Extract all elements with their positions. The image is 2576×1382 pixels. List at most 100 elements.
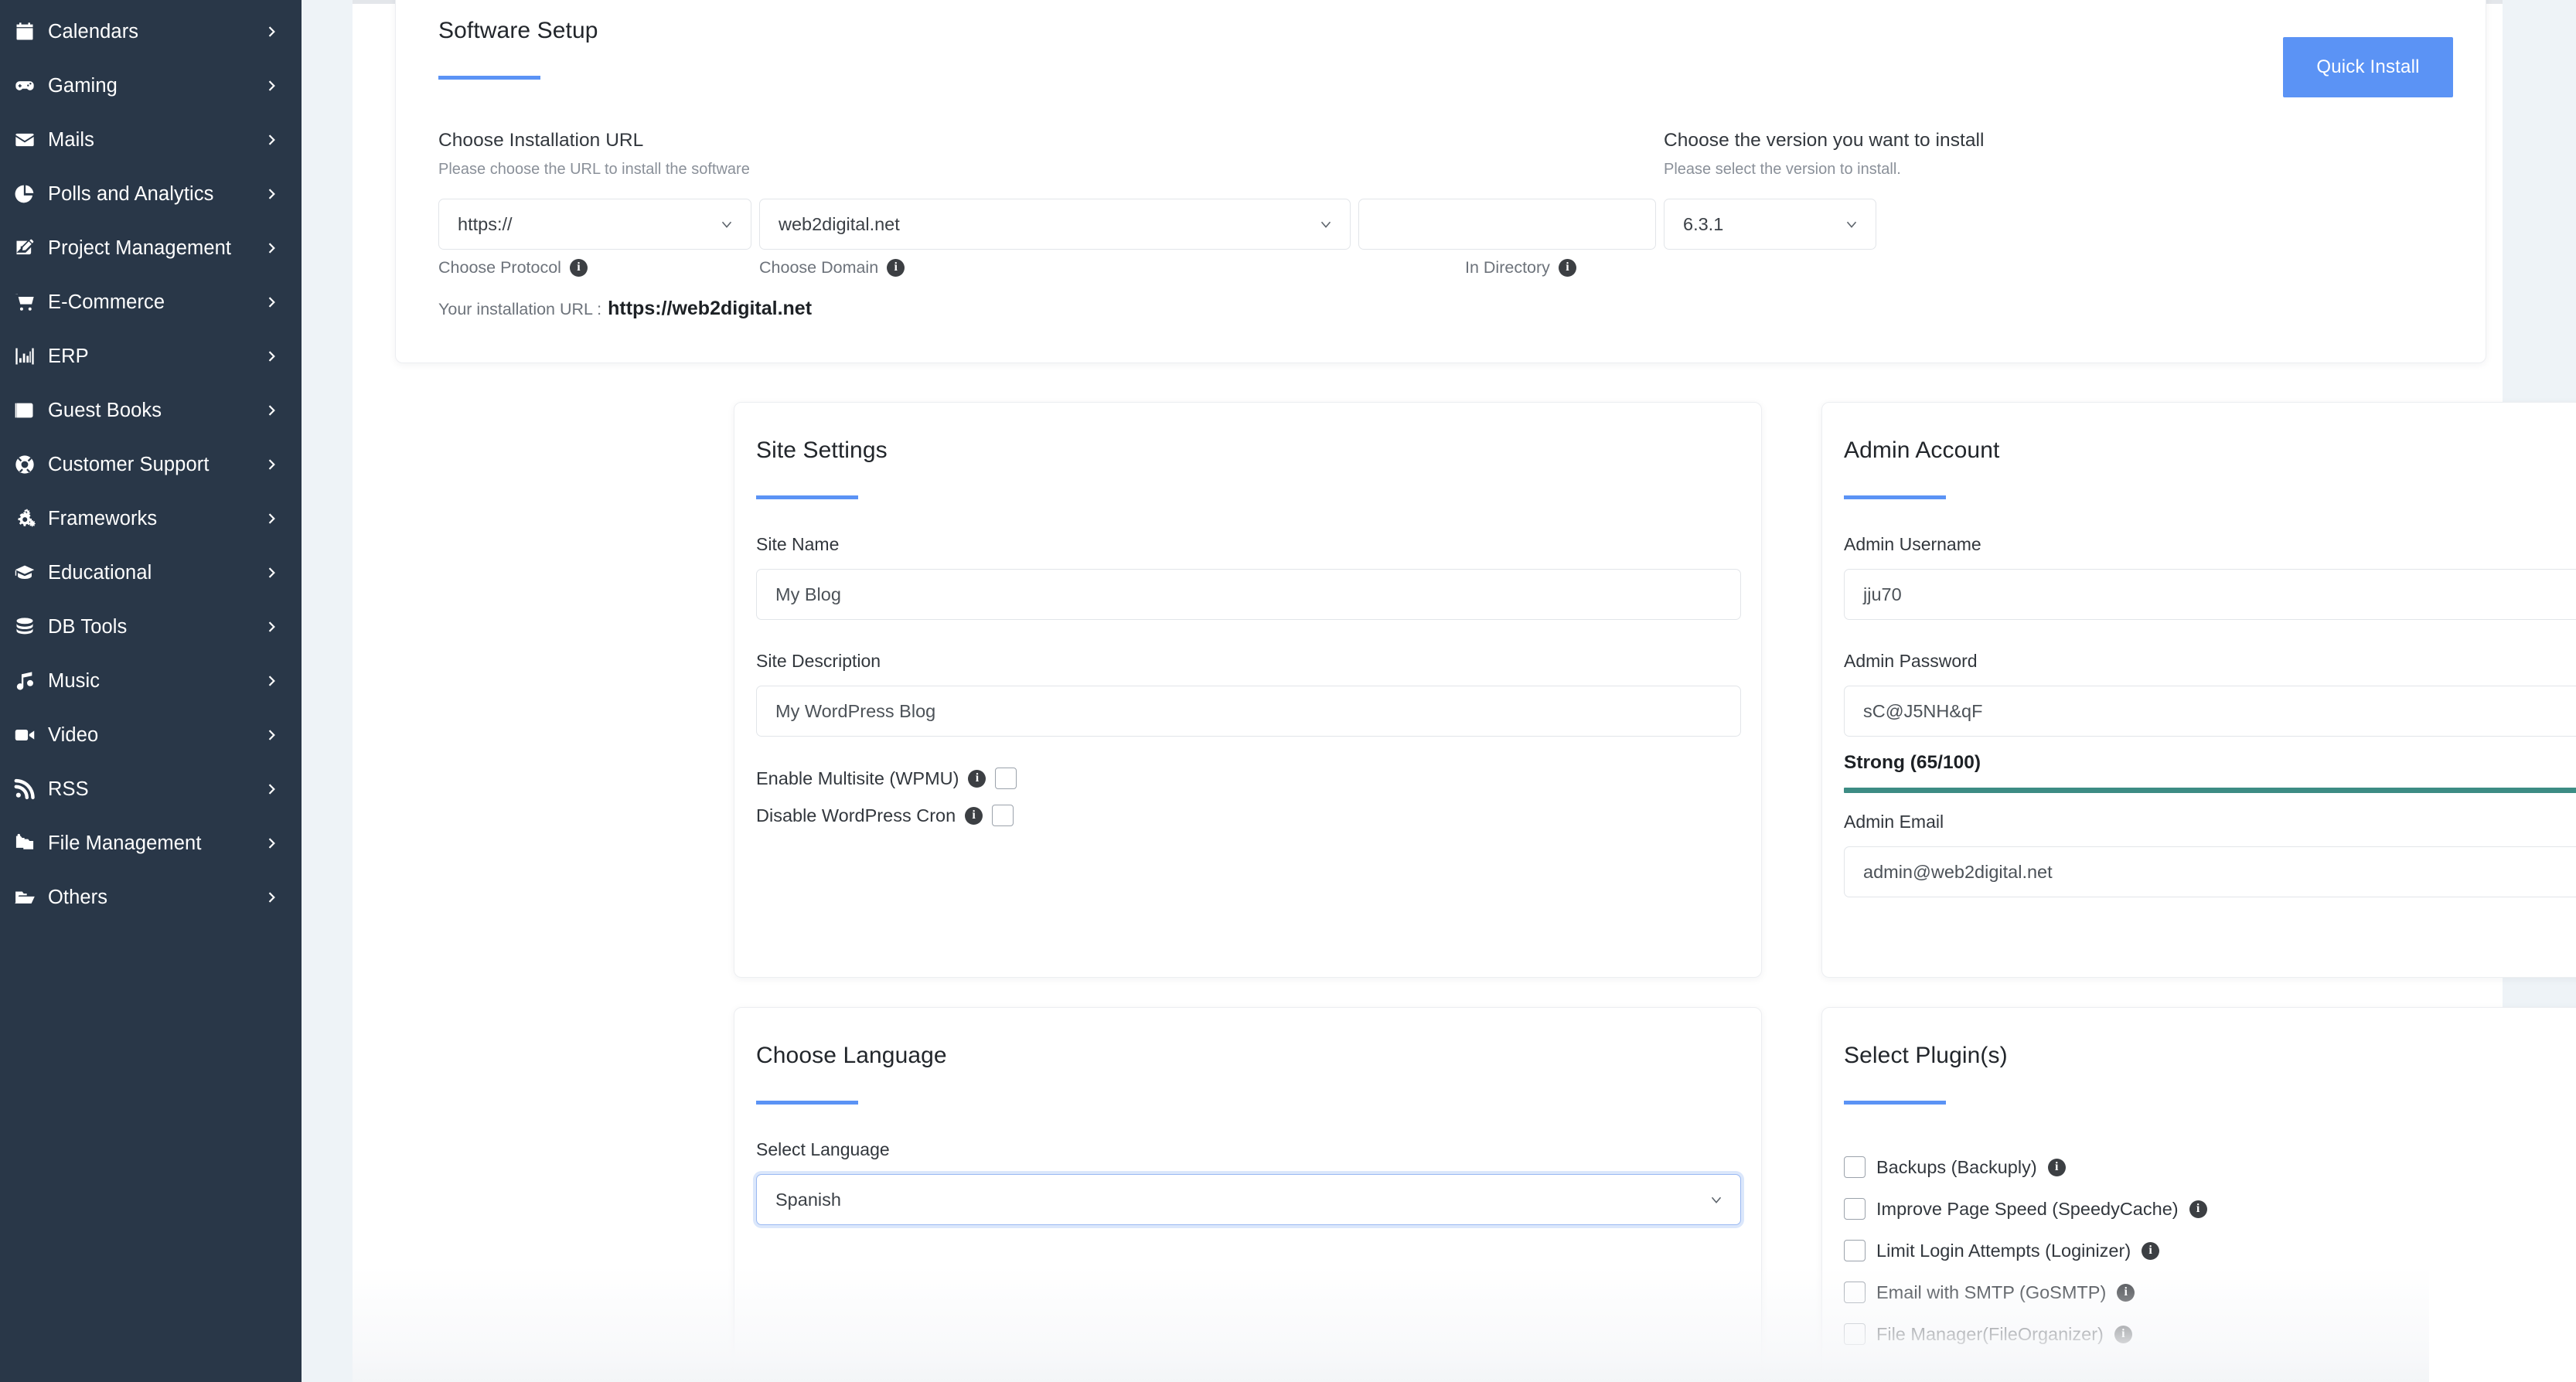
plugin-label: Email with SMTP (GoSMTP) — [1876, 1282, 2107, 1302]
final-url-value: https://web2digital.net — [608, 298, 813, 319]
info-icon[interactable]: i — [2142, 1241, 2160, 1260]
chevron-right-icon — [261, 834, 281, 853]
plugin-label: File Manager(FileOrganizer) — [1876, 1323, 2104, 1344]
chevron-right-icon — [261, 888, 281, 907]
info-icon[interactable]: i — [965, 806, 983, 825]
sidebar-gutter — [302, 0, 353, 1382]
domain-select[interactable]: web2digital.net — [759, 199, 1351, 250]
shopping-cart-icon — [14, 291, 48, 313]
sidebar-item-gaming[interactable]: Gaming — [0, 59, 302, 113]
site-settings-card: Site Settings Site Name My Blog Site Des… — [734, 402, 1762, 978]
sidebar-item-label: DB Tools — [48, 615, 128, 638]
sidebar-item-label: Mails — [48, 128, 95, 151]
install-url-heading: Choose Installation URL — [438, 130, 644, 151]
domain-value: web2digital.net — [779, 213, 900, 234]
sidebar-item-video[interactable]: Video — [0, 708, 302, 762]
sidebar-item-rss[interactable]: RSS — [0, 762, 302, 816]
admin-email-input[interactable]: admin@web2digital.net — [1844, 846, 2576, 897]
calendar-icon — [14, 21, 48, 43]
sidebar-item-erp[interactable]: ERP — [0, 329, 302, 383]
plugin-label: Improve Page Speed (SpeedyCache) — [1876, 1198, 2179, 1219]
folder-icon — [14, 887, 48, 908]
sidebar-item-label: Frameworks — [48, 507, 158, 529]
plugin-checkbox[interactable] — [1844, 1198, 1866, 1220]
graduation-cap-icon — [14, 562, 48, 584]
chevron-right-icon — [261, 22, 281, 41]
sidebar-item-e-commerce[interactable]: E-Commerce — [0, 275, 302, 329]
final-url-label: Your installation URL : — [438, 300, 602, 318]
admin-password-input[interactable]: sC@J5NH&qF Hide — [1844, 686, 2576, 737]
info-icon[interactable]: i — [968, 769, 986, 788]
title-underline — [1844, 495, 1946, 499]
final-url-row: Your installation URL : https://web2digi… — [438, 298, 1660, 320]
info-icon[interactable]: i — [2189, 1200, 2207, 1218]
choose-language-title: Choose Language — [756, 1043, 947, 1068]
sidebar-item-others[interactable]: Others — [0, 870, 302, 924]
chevron-right-icon — [261, 293, 281, 311]
sidebar-item-mails[interactable]: Mails — [0, 113, 302, 167]
info-icon[interactable]: i — [2114, 1325, 2132, 1343]
music-note-icon — [14, 670, 48, 692]
password-strength-text: Strong (65/100) — [1844, 752, 1981, 773]
sidebar-item-db-tools[interactable]: DB Tools — [0, 600, 302, 654]
chevron-right-icon — [261, 672, 281, 690]
select-plugins-title: Select Plugin(s) — [1844, 1043, 2008, 1068]
version-subtext: Please select the version to install. — [1664, 161, 1901, 178]
language-select[interactable]: Spanish — [756, 1174, 1741, 1225]
directory-input[interactable] — [1358, 199, 1656, 250]
files-icon — [14, 832, 48, 854]
chevron-right-icon — [261, 455, 281, 474]
info-icon[interactable]: i — [2117, 1283, 2135, 1302]
sidebar-item-educational[interactable]: Educational — [0, 546, 302, 600]
installer-page: Software Setup Quick Install Choose Inst… — [353, 0, 2576, 1382]
admin-username-input[interactable]: jju70 — [1844, 569, 2576, 620]
sidebar-item-project-management[interactable]: Project Management — [0, 221, 302, 275]
admin-account-card: Admin Account Admin Username jju70 Admin… — [1821, 402, 2576, 978]
disable-cron-row: Disable WordPress Cron i — [756, 805, 1741, 826]
gamepad-icon — [14, 75, 48, 97]
info-icon[interactable]: i — [1558, 259, 1576, 277]
plugin-checkbox[interactable] — [1844, 1323, 1866, 1345]
protocol-hint-row: Choose Protocol i — [438, 258, 751, 277]
admin-password-value: sC@J5NH&qF — [1863, 700, 1983, 721]
site-name-input[interactable]: My Blog — [756, 569, 1741, 620]
plugin-label: Backups (Backuply) — [1876, 1156, 2037, 1177]
sidebar-item-customer-support[interactable]: Customer Support — [0, 437, 302, 492]
plugin-checkbox[interactable] — [1844, 1282, 1866, 1303]
install-url-group: Choose Installation URL Please choose th… — [438, 130, 1660, 320]
protocol-hint: Choose Protocol — [438, 258, 561, 277]
disable-cron-checkbox[interactable] — [992, 805, 1014, 826]
plugin-checkbox[interactable] — [1844, 1156, 1866, 1178]
sidebar-item-calendars[interactable]: Calendars — [0, 5, 302, 59]
info-icon[interactable]: i — [2047, 1158, 2066, 1176]
enable-multisite-checkbox[interactable] — [995, 768, 1017, 789]
chevron-right-icon — [261, 618, 281, 636]
protocol-select[interactable]: https:// — [438, 199, 751, 250]
version-select[interactable]: 6.3.1 — [1664, 199, 1876, 250]
sidebar-item-file-management[interactable]: File Management — [0, 816, 302, 870]
sidebar-item-frameworks[interactable]: Frameworks — [0, 492, 302, 546]
title-underline — [1844, 1101, 1946, 1105]
sidebar-item-guest-books[interactable]: Guest Books — [0, 383, 302, 437]
site-description-input[interactable]: My WordPress Blog — [756, 686, 1741, 737]
sidebar-item-label: RSS — [48, 778, 89, 800]
chevron-down-icon — [1708, 1191, 1725, 1208]
bar-chart-icon — [14, 346, 48, 367]
chevron-right-icon — [261, 563, 281, 582]
plugin-row: File Manager(FileOrganizer) i — [1844, 1314, 2576, 1354]
protocol-value: https:// — [458, 213, 513, 234]
info-icon[interactable]: i — [887, 259, 905, 277]
directory-hint: In Directory — [1465, 258, 1550, 277]
title-underline — [756, 1101, 858, 1105]
plugin-row: Improve Page Speed (SpeedyCache) i — [1844, 1189, 2576, 1229]
sidebar-item-music[interactable]: Music — [0, 654, 302, 708]
title-underline — [438, 76, 540, 80]
chevron-right-icon — [261, 239, 281, 257]
plugin-checkbox[interactable] — [1844, 1240, 1866, 1261]
software-setup-card: Software Setup Quick Install Choose Inst… — [395, 0, 2486, 363]
info-icon[interactable]: i — [569, 259, 588, 277]
quick-install-button[interactable]: Quick Install — [2283, 37, 2453, 97]
sidebar-item-polls-and-analytics[interactable]: Polls and Analytics — [0, 167, 302, 221]
plugin-row: Backups (Backuply) i — [1844, 1147, 2576, 1187]
install-url-subtext: Please choose the URL to install the sof… — [438, 161, 750, 178]
